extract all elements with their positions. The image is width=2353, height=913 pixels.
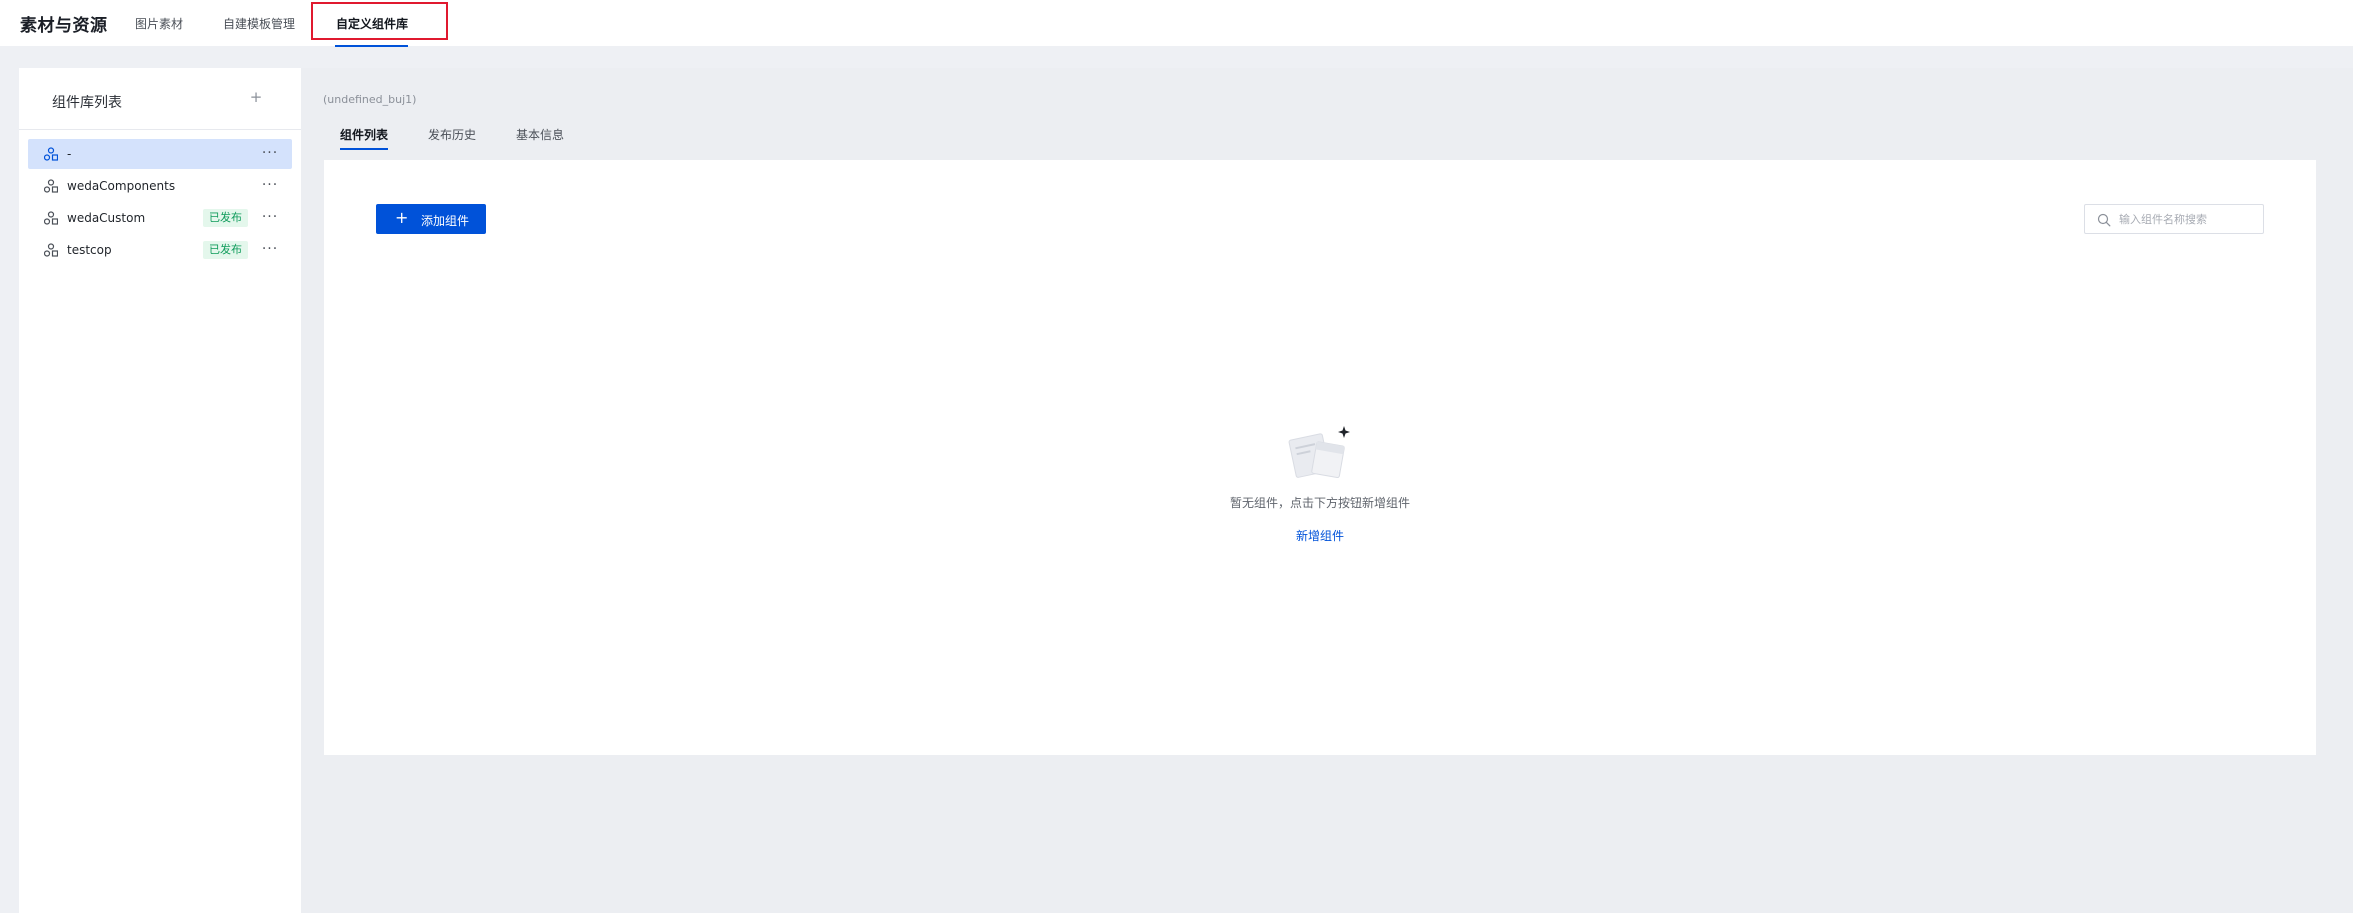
library-item[interactable]: testcop 已发布 ··· — [28, 235, 292, 265]
component-search-box[interactable] — [2084, 204, 2264, 234]
empty-state-link-wrapper: 新增组件 — [324, 527, 2316, 544]
new-component-link[interactable]: 新增组件 — [1296, 529, 1344, 543]
empty-documents-icon — [1288, 426, 1350, 479]
sidebar-title: 组件库列表 — [52, 95, 122, 111]
library-name: wedaComponents — [67, 179, 176, 193]
add-component-label: 添加组件 — [421, 214, 470, 228]
active-subtab-indicator — [340, 148, 388, 150]
component-library-icon — [44, 147, 58, 161]
search-icon — [2097, 213, 2111, 227]
component-library-icon — [44, 211, 58, 225]
add-library-button[interactable]: + — [245, 86, 267, 108]
component-library-icon — [44, 243, 58, 257]
tab-basic-info[interactable]: 基本信息 — [516, 126, 564, 143]
more-options-icon[interactable]: ··· — [258, 144, 282, 164]
main-content: (undefined_buj1) 组件列表 发布历史 基本信息 + 添加组件 输… — [301, 68, 2353, 913]
search-input[interactable] — [2119, 209, 2259, 229]
more-options-icon[interactable]: ··· — [258, 208, 282, 228]
sidebar-header: 组件库列表 + — [19, 68, 301, 130]
add-component-button[interactable]: + 添加组件 — [376, 204, 486, 234]
tab-component-list[interactable]: 组件列表 — [340, 126, 388, 143]
library-name: - — [67, 147, 72, 161]
component-library-icon — [44, 179, 58, 193]
app-title: 素材与资源 — [20, 16, 108, 36]
published-status-badge: 已发布 — [203, 209, 248, 227]
published-status-badge: 已发布 — [203, 241, 248, 259]
library-item[interactable]: wedaCustom 已发布 ··· — [28, 203, 292, 233]
library-item[interactable]: - ··· — [28, 139, 292, 169]
more-options-icon[interactable]: ··· — [258, 240, 282, 260]
tab-publish-history[interactable]: 发布历史 — [428, 126, 476, 143]
component-library-sidebar: 组件库列表 + - ··· wedaComponents ··· wedaCus… — [19, 68, 301, 913]
tab-image-assets[interactable]: 图片素材 — [135, 15, 183, 32]
library-name: testcop — [67, 243, 112, 257]
library-id-label: (undefined_buj1) — [323, 93, 417, 106]
top-header: 素材与资源 图片素材 自建模板管理 自定义组件库 — [0, 0, 2353, 47]
tab-custom-component-library[interactable]: 自定义组件库 — [336, 15, 408, 32]
more-options-icon[interactable]: ··· — [258, 176, 282, 196]
library-item[interactable]: wedaComponents ··· — [28, 171, 292, 201]
library-name: wedaCustom — [67, 211, 146, 225]
active-tab-indicator — [335, 45, 408, 47]
empty-state-message: 暂无组件，点击下方按钮新增组件 — [1229, 496, 1410, 510]
tab-template-management[interactable]: 自建模板管理 — [223, 15, 295, 32]
plus-icon: + — [395, 208, 409, 227]
component-list-panel: + 添加组件 暂无组件，点击下方按钮新增组件 新增组件 — [324, 160, 2316, 755]
